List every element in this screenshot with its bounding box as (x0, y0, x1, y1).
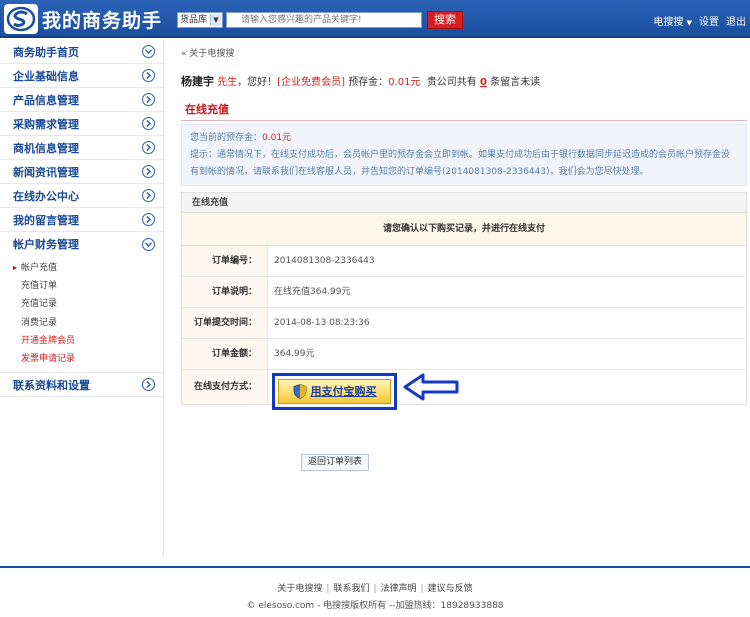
submenu-account-recharge[interactable]: 帐户充值 (13, 259, 163, 277)
order-row-description: 订单说明： 在线充值364.99元 (182, 277, 746, 308)
footer-link-feedback[interactable]: 建议与反馈 (428, 584, 473, 594)
top-links: 电搜搜 ▼ 设置 退出 (653, 13, 746, 28)
back-to-orders-button[interactable]: 返回订单列表 (301, 454, 370, 471)
logo-text: 我的商务助手 (42, 9, 163, 32)
search-input[interactable] (226, 12, 422, 28)
top-link-settings[interactable]: 设置 (699, 13, 719, 28)
order-row-label: 在线支付方式： (182, 370, 268, 404)
order-row-label: 订单金额： (182, 339, 268, 369)
chevron-right-circle-icon (142, 93, 155, 106)
order-row-payment: 在线支付方式： 用支付宝购买 (182, 370, 746, 410)
chevron-right-circle-icon (142, 141, 155, 154)
balance-value: 0.01元 (388, 77, 421, 88)
top-link-elesoso[interactable]: 电搜搜 ▼ (653, 13, 692, 28)
message-suffix: 条留言未读 (490, 77, 541, 88)
order-row-value: 在线充值364.99元 (274, 287, 351, 297)
pay-button-highlight: 用支付宝购买 (272, 373, 397, 410)
submenu-recharge-orders[interactable]: 充值订单 (13, 277, 163, 295)
recharge-tip: 提示：通常情况下，在线支付成功后，会员帐户里的预存金会立即到帐。如果支付成功后由… (190, 150, 731, 177)
order-row-time: 订单提交时间： 2014-08-13 08:23:36 (182, 308, 746, 339)
user-title: 先生 (217, 77, 238, 88)
order-row-number: 订单编号： 2014081308-2336443 (182, 246, 746, 277)
message-prefix: 贵公司共有 (426, 77, 477, 88)
header: 我的商务助手 货品库 ▼ 搜索 电搜搜 ▼ 设置 退出 (0, 0, 750, 38)
footer-link-legal[interactable]: 法律声明 (381, 584, 417, 594)
chevron-right-circle-icon (142, 165, 155, 178)
submenu-consumption-records[interactable]: 消费记录 (13, 314, 163, 332)
order-row-label: 订单编号： (182, 246, 268, 276)
user-name: 杨建宇 (181, 75, 214, 88)
sidebar-item-products[interactable]: 产品信息管理 (0, 88, 163, 112)
current-balance-label: 您当前的预存金： (190, 133, 263, 143)
chevron-right-circle-icon (142, 378, 155, 392)
order-confirm-text: 请您确认以下购买记录，并进行在线支付 (182, 213, 746, 246)
order-table: 在线充值 请您确认以下购买记录，并进行在线支付 订单编号： 2014081308… (181, 192, 747, 410)
logo-s-icon (4, 4, 38, 34)
alipay-pay-button[interactable]: 用支付宝购买 (278, 379, 391, 404)
pointer-arrow-icon (403, 373, 459, 401)
chevron-right-circle-icon (142, 213, 155, 226)
finance-submenu: 帐户充值 充值订单 充值记录 消费记录 开通金牌会员 发票申请记录 (0, 256, 163, 374)
order-row-value: 364.99元 (274, 349, 315, 359)
sidebar-item-contact-settings[interactable]: 联系资料和设置 (0, 373, 163, 398)
sidebar-item-news[interactable]: 新闻资讯管理 (0, 160, 163, 184)
footer-link-contact[interactable]: 联系我们 (333, 584, 369, 594)
section-title: 在线充值 (185, 103, 229, 116)
chevron-right-circle-icon (142, 189, 155, 202)
unread-count-link[interactable]: 0 (480, 77, 487, 88)
recharge-info: 您当前的预存金：0.01元 提示：通常情况下，在线支付成功后，会员帐户里的预存金… (181, 124, 747, 186)
submenu-invoice-records[interactable]: 发票申请记录 (13, 350, 163, 368)
chevron-right-circle-icon (142, 69, 155, 82)
sidebar-item-home[interactable]: 商务助手首页 (0, 40, 163, 64)
order-row-value: 2014081308-2336443 (274, 256, 375, 266)
order-row-value: 2014-08-13 08:23:36 (274, 318, 370, 328)
footer-links: 关于电搜搜 | 联系我们 | 法律声明 | 建议与反馈 (277, 584, 473, 594)
footer: 关于电搜搜 | 联系我们 | 法律声明 | 建议与反馈 © elesoso.com - 电搜… (0, 566, 750, 617)
sidebar-item-purchase[interactable]: 采购需求管理 (0, 112, 163, 136)
search-button[interactable]: 搜索 (427, 11, 463, 29)
footer-link-about[interactable]: 关于电搜搜 (277, 584, 322, 594)
chevron-down-circle-icon (142, 45, 155, 58)
chevron-down-circle-icon (142, 237, 155, 251)
sidebar-item-finance[interactable]: 帐户财务管理 (0, 232, 163, 256)
current-balance-value: 0.01元 (262, 133, 292, 143)
copyright: © elesoso.com - 电搜搜版权所有 --加盟热线：189289338… (246, 601, 504, 611)
sidebar-item-messages[interactable]: 我的留言管理 (0, 208, 163, 232)
sidebar-item-business-opportunity[interactable]: 商机信息管理 (0, 136, 163, 160)
order-row-value: 用支付宝购买 (268, 370, 746, 410)
alipay-pay-label: 用支付宝购买 (310, 384, 377, 398)
member-level-link[interactable]: [企业免费会员] (277, 77, 345, 88)
submenu-gold-member[interactable]: 开通金牌会员 (13, 332, 163, 350)
top-link-logout[interactable]: 退出 (726, 13, 746, 28)
chevron-down-icon: ▼ (210, 14, 221, 26)
user-greeting: ，您好！ (237, 77, 278, 88)
breadcrumb[interactable]: « 关于电搜搜 (181, 46, 234, 59)
order-table-title: 在线充值 (182, 193, 746, 213)
sidebar-item-online-office[interactable]: 在线办公中心 (0, 184, 163, 208)
section-divider (181, 120, 747, 121)
search-category-value: 货品库 (180, 15, 208, 25)
order-row-label: 订单说明： (182, 277, 268, 307)
shield-icon (293, 384, 306, 399)
logo[interactable]: 我的商务助手 (4, 4, 162, 34)
user-summary: 杨建宇 先生，您好！[企业免费会员] 预存金：0.01元 贵公司共有 0 条留言… (181, 73, 540, 89)
submenu-recharge-records[interactable]: 充值记录 (13, 295, 163, 313)
sidebar-item-company-info[interactable]: 企业基础信息 (0, 64, 163, 88)
order-row-label: 订单提交时间： (182, 308, 268, 338)
search-category-select[interactable]: 货品库 ▼ (177, 12, 223, 28)
order-row-amount: 订单金额： 364.99元 (182, 339, 746, 370)
chevron-right-circle-icon (142, 117, 155, 130)
sidebar: 商务助手首页 企业基础信息 产品信息管理 采购需求管理 商机信息管理 新闻资讯管… (0, 40, 164, 558)
balance-label: 预存金： (348, 77, 389, 88)
caret-down-icon: ▼ (686, 19, 692, 27)
